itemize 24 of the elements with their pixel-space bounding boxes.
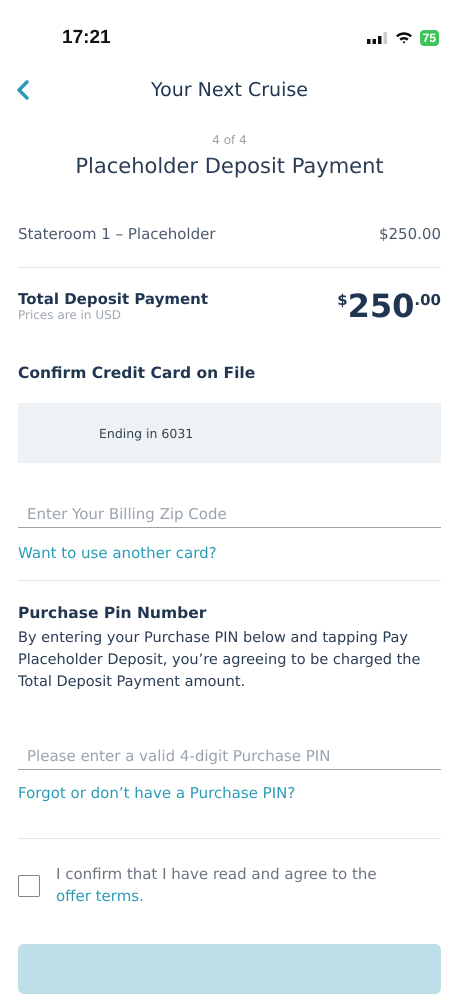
total-amount: 250: [348, 290, 414, 322]
battery-level: 75: [420, 30, 439, 46]
total-label: Total Deposit Payment: [18, 290, 208, 308]
total-cents: .00: [414, 293, 441, 308]
line-item-label: Stateroom 1 – Placeholder: [18, 225, 216, 243]
line-item-amount: $250.00: [378, 225, 441, 243]
header-title: Your Next Cruise: [151, 79, 308, 101]
status-time: 17:21: [62, 26, 111, 48]
pin-description: By entering your Purchase PIN below and tapping Pay Placeholder Deposit, you’re agreeing to be charged the Total Deposit Payment amount.: [18, 629, 422, 692]
wifi-icon: [394, 31, 413, 44]
currency-symbol: $: [337, 293, 348, 308]
signal-icon: [366, 32, 388, 44]
offer-terms-link[interactable]: offer terms.: [56, 887, 144, 905]
section-heading: Purchase Pin Number: [18, 604, 208, 622]
consent-checkbox[interactable]: [18, 875, 40, 897]
page-title: Placeholder Deposit Payment: [74, 154, 385, 178]
consent-text: I confirm that I have read and agree to the offer terms.: [56, 864, 378, 907]
saved-card-panel[interactable]: Ending in 6031: [18, 403, 441, 463]
currency-note: Prices are in USD: [18, 308, 122, 322]
another-card-link[interactable]: Want to use another card?: [18, 544, 217, 562]
step-indicator: 4 of 4: [211, 133, 248, 147]
forgot-pin-link[interactable]: Forgot or don’t have a Purchase PIN?: [18, 784, 296, 802]
card-ending: Ending in 6031: [99, 426, 194, 440]
section-heading: Confirm Credit Card on File: [18, 364, 256, 382]
